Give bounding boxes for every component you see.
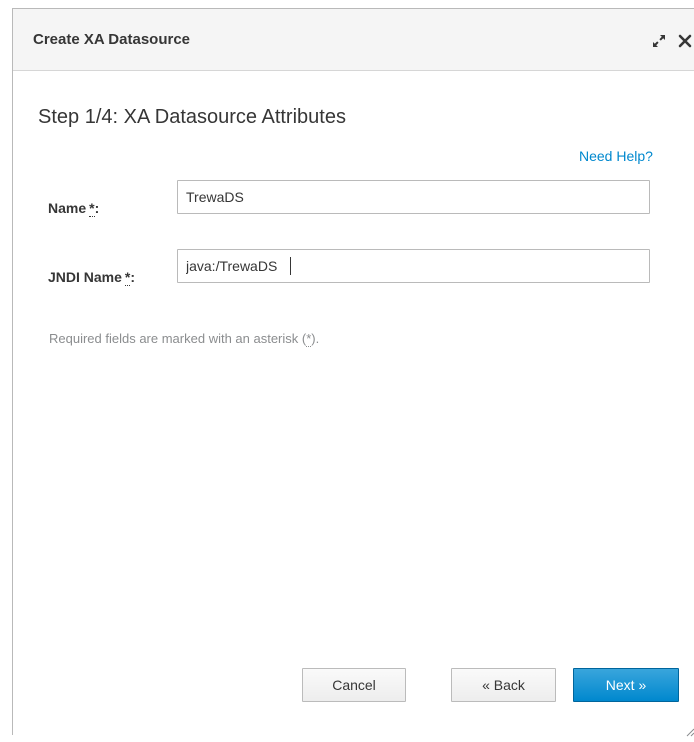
name-label: Name *: (48, 200, 100, 217)
resize-handle-icon[interactable] (683, 724, 694, 737)
dialog-title: Create XA Datasource (33, 31, 191, 48)
maximize-icon-glyph (653, 35, 665, 47)
required-note-prefix: Required fields are marked with an aster… (49, 331, 307, 346)
required-fields-note: Required fields are marked with an aster… (49, 331, 320, 347)
need-help-link[interactable]: Need Help? (579, 148, 653, 164)
required-note-suffix: ). (311, 331, 320, 346)
close-icon[interactable] (677, 33, 693, 49)
name-label-colon: : (94, 200, 100, 216)
close-icon-glyph (678, 34, 692, 48)
jndi-name-label-colon: : (130, 269, 136, 285)
dialog-header: Create XA Datasource (13, 9, 694, 71)
name-label-text: Name (48, 200, 87, 216)
step-title: Step 1/4: XA Datasource Attributes (38, 106, 346, 128)
create-xa-datasource-dialog: Create XA Datasource Step 1/4: XA Dataso… (12, 8, 694, 737)
back-button[interactable]: « Back (451, 668, 556, 702)
name-input[interactable] (177, 180, 650, 214)
jndi-name-label-text: JNDI Name (48, 269, 122, 285)
text-caret (290, 257, 291, 275)
jndi-name-input[interactable] (177, 249, 650, 283)
jndi-name-label: JNDI Name *: (48, 269, 136, 286)
resize-handle-glyph (686, 728, 694, 737)
cancel-button[interactable]: Cancel (302, 668, 406, 702)
maximize-icon[interactable] (651, 33, 667, 49)
next-button[interactable]: Next » (573, 668, 679, 702)
